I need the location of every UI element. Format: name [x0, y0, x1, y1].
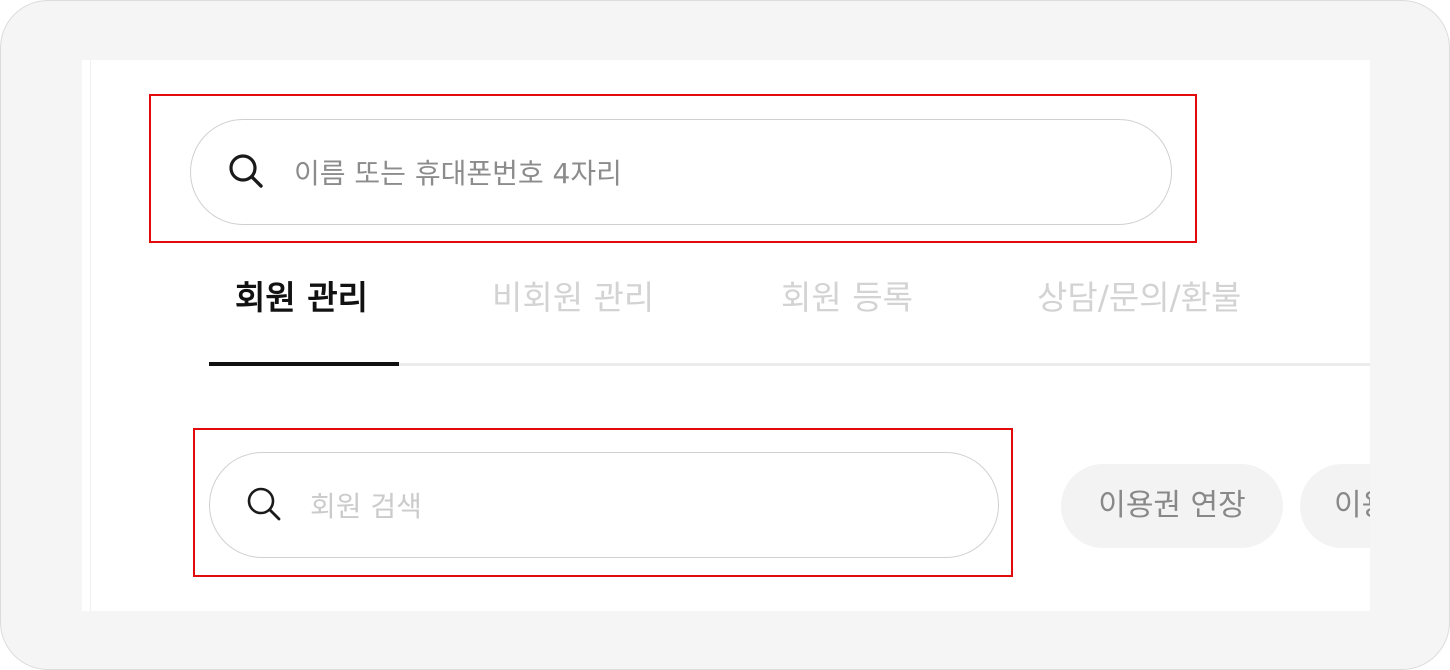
tab-consultation-refund[interactable]: 상담/문의/환불 — [1037, 273, 1241, 366]
active-tab-indicator — [209, 362, 399, 366]
global-search-bar[interactable]: 이름 또는 휴대폰번호 4자리 — [190, 119, 1172, 225]
global-search-input[interactable]: 이름 또는 휴대폰번호 4자리 — [294, 152, 622, 192]
member-tabs: 회원 관리 비회원 관리 회원 등록 상담/문의/환불 — [209, 273, 1370, 368]
member-search-bar[interactable]: 회원 검색 — [209, 452, 999, 558]
member-search-input[interactable]: 회원 검색 — [310, 485, 422, 525]
search-icon — [227, 152, 267, 192]
search-icon — [245, 485, 285, 525]
pass-action-button[interactable]: 이용 — [1300, 464, 1370, 548]
tab-member-management[interactable]: 회원 관리 — [235, 273, 368, 366]
member-panel: 이름 또는 휴대폰번호 4자리 회원 관리 비회원 관리 회원 등록 상담/문의… — [82, 60, 1370, 611]
tab-non-member-management[interactable]: 비회원 관리 — [492, 273, 654, 366]
extend-pass-button[interactable]: 이용권 연장 — [1061, 464, 1283, 548]
screenshot-frame: 이름 또는 휴대폰번호 4자리 회원 관리 비회원 관리 회원 등록 상담/문의… — [0, 0, 1450, 670]
tab-member-registration[interactable]: 회원 등록 — [781, 273, 913, 366]
panel-divider — [90, 60, 91, 611]
